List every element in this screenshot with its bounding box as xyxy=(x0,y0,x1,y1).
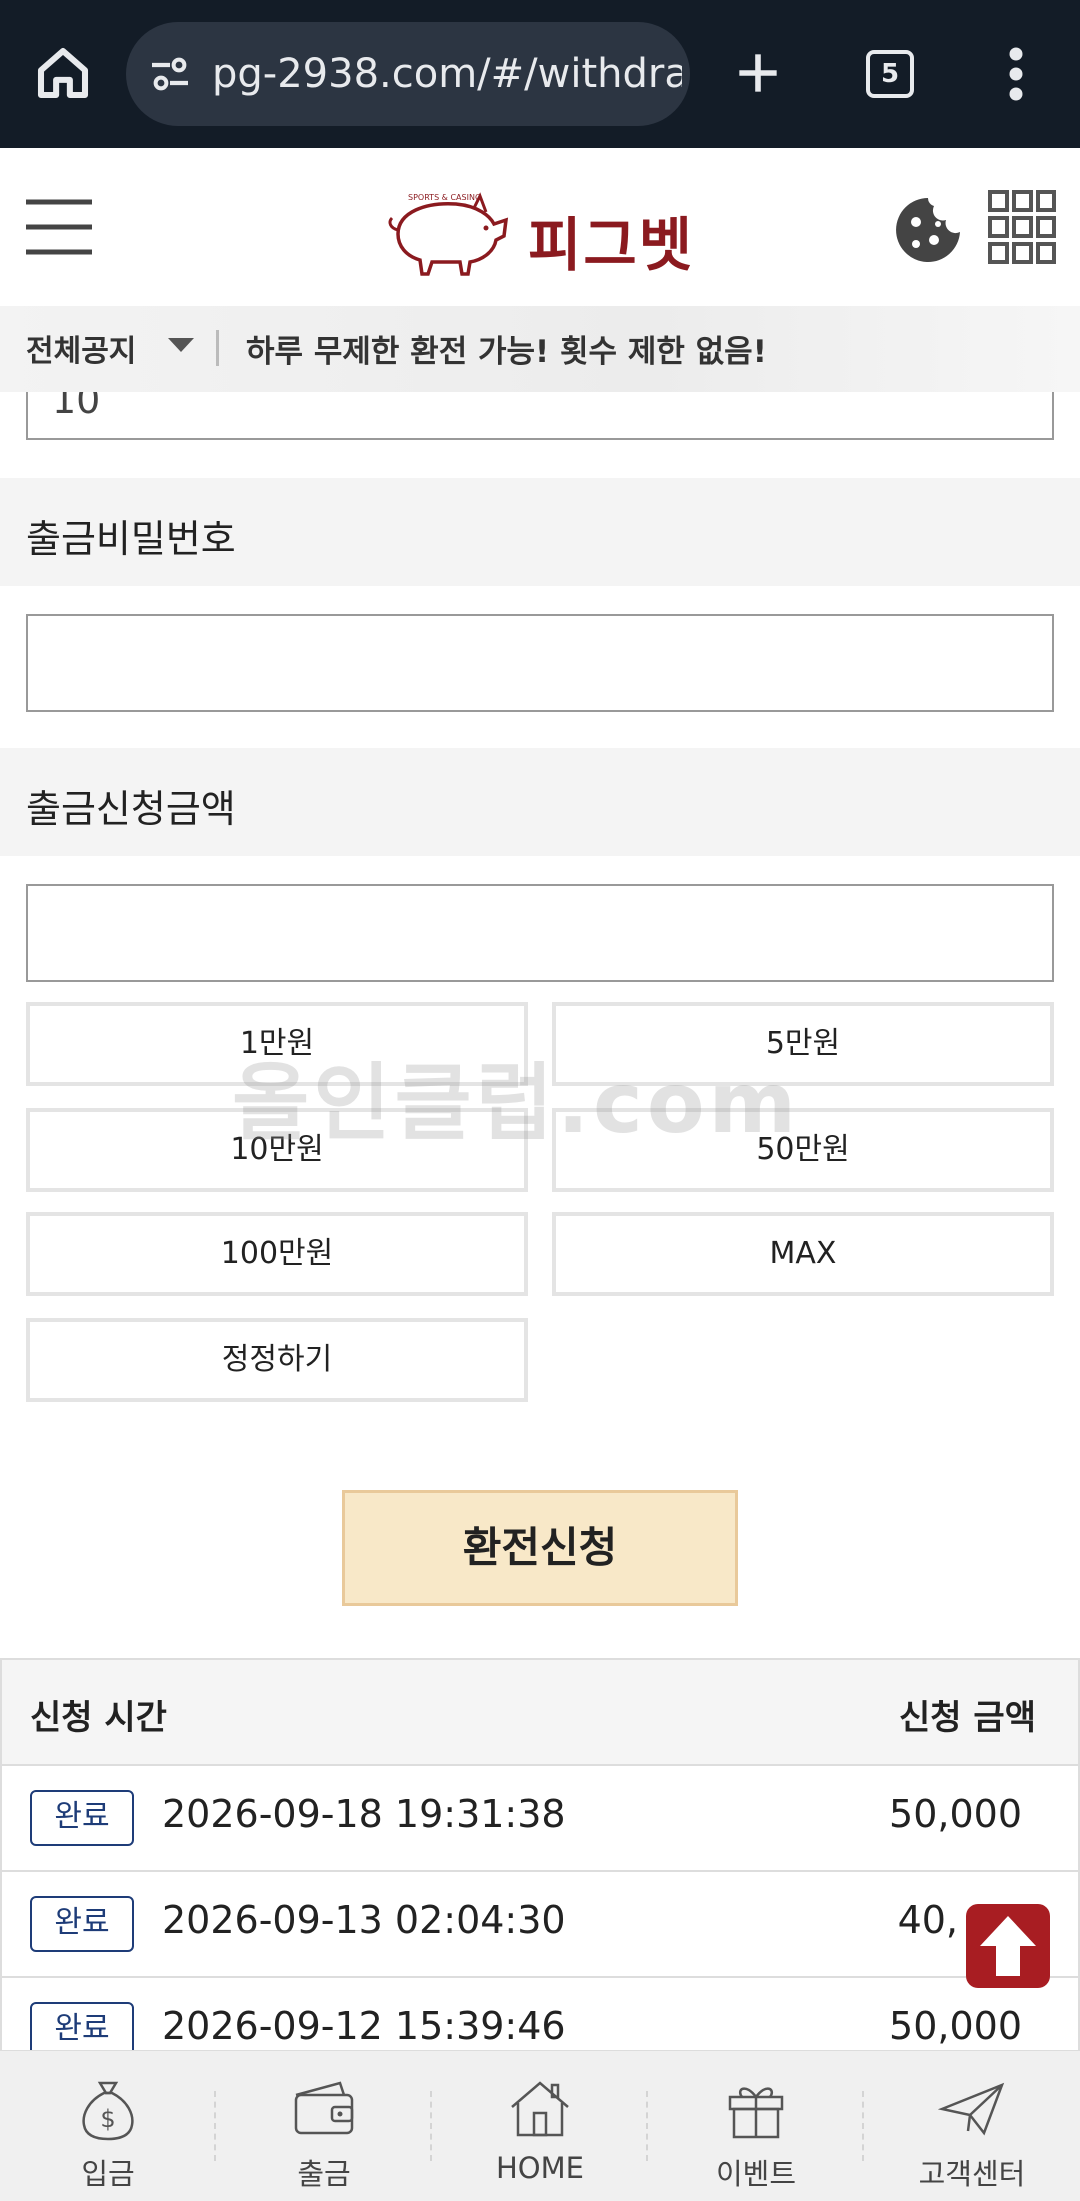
site-logo[interactable]: SPORTS & CASINO 피그벳 xyxy=(378,184,708,280)
notice-divider xyxy=(216,330,219,366)
password-label: 출금비밀번호 xyxy=(26,517,236,561)
site-settings-icon[interactable] xyxy=(148,56,192,92)
money-bag-icon: $ xyxy=(82,2081,134,2141)
table-row[interactable]: 완료 2026-09-13 02:04:30 40, xyxy=(0,1872,1080,1978)
request-time: 2026-09-18 19:31:38 xyxy=(162,1792,566,1836)
password-section: 출금비밀번호 xyxy=(0,478,1080,586)
request-amount: 50,000 xyxy=(889,1792,1022,1836)
notice-label[interactable]: 전체공지 xyxy=(26,326,136,370)
nav-withdraw[interactable]: 출금 xyxy=(216,2051,432,2201)
amount-input[interactable] xyxy=(26,884,1054,982)
cookie-icon[interactable] xyxy=(894,196,962,264)
withdraw-submit-button[interactable]: 환전신청 xyxy=(342,1490,738,1606)
grid-menu-icon[interactable] xyxy=(988,190,1056,264)
nav-withdraw-label: 출금 xyxy=(297,2157,351,2191)
withdraw-history-table: 신청 시간 신청 금액 완료 2026-09-18 19:31:38 50,00… xyxy=(0,1658,1080,2084)
table-header: 신청 시간 신청 금액 xyxy=(0,1660,1080,1766)
caret-down-icon[interactable] xyxy=(168,338,194,352)
wallet-icon xyxy=(294,2081,354,2135)
nav-home-label: HOME xyxy=(496,2151,584,2185)
tab-switcher-button[interactable]: 5 xyxy=(866,50,914,98)
amount-max-button[interactable]: MAX xyxy=(552,1212,1054,1296)
col-time-header: 신청 시간 xyxy=(30,1698,167,1738)
nav-deposit-label: 입금 xyxy=(81,2157,135,2191)
url-text: pg-2938.com/#/withdraw xyxy=(212,51,682,97)
notice-bar: 전체공지 하루 무제한 환전 가능! 횟수 제한 없음! xyxy=(0,306,1080,392)
watermark: 올인클럽.com xyxy=(232,1054,801,1152)
amount-1m-button[interactable]: 100만원 xyxy=(26,1212,528,1296)
home-icon[interactable] xyxy=(30,40,96,106)
status-badge: 완료 xyxy=(30,1896,134,1952)
nav-event-label: 이벤트 xyxy=(715,2157,797,2191)
address-bar[interactable]: pg-2938.com/#/withdraw xyxy=(126,22,690,126)
password-input[interactable] xyxy=(26,614,1054,712)
logo-small-text: SPORTS & CASINO xyxy=(408,193,481,202)
nav-deposit[interactable]: $ 입금 xyxy=(0,2051,216,2201)
nav-home[interactable]: HOME xyxy=(432,2051,648,2201)
nav-event[interactable]: 이벤트 xyxy=(648,2051,864,2201)
more-menu-icon[interactable] xyxy=(1000,44,1032,104)
status-badge: 완료 xyxy=(30,1790,134,1846)
house-icon xyxy=(511,2081,569,2137)
request-time: 2026-09-13 02:04:30 xyxy=(162,1898,566,1942)
new-tab-icon[interactable] xyxy=(730,40,786,106)
paper-plane-icon xyxy=(938,2082,1005,2136)
gift-icon xyxy=(728,2087,784,2139)
arrow-up-icon xyxy=(980,1916,1036,1976)
bottom-nav: $ 입금 출금 HOME 이벤트 고객센터 xyxy=(0,2050,1080,2201)
request-amount: 40, xyxy=(897,1898,958,1942)
partial-input-field[interactable]: 10 xyxy=(26,378,1054,440)
hamburger-menu-icon[interactable] xyxy=(24,192,94,262)
svg-text:$: $ xyxy=(100,2105,115,2133)
amount-reset-button[interactable]: 정정하기 xyxy=(26,1318,528,1402)
amount-section: 출금신청금액 xyxy=(0,748,1080,856)
logo-text: 피그벳 xyxy=(528,211,695,279)
site-header: SPORTS & CASINO 피그벳 xyxy=(0,148,1080,306)
nav-support[interactable]: 고객센터 xyxy=(864,2051,1080,2201)
pig-logo-icon: SPORTS & CASINO xyxy=(388,192,509,276)
request-amount: 50,000 xyxy=(889,2004,1022,2048)
browser-toolbar: pg-2938.com/#/withdraw 5 xyxy=(0,0,1080,148)
notice-message: 하루 무제한 환전 가능! 횟수 제한 없음! xyxy=(246,334,767,370)
table-row[interactable]: 완료 2026-09-18 19:31:38 50,000 xyxy=(0,1766,1080,1872)
scroll-top-button[interactable] xyxy=(966,1904,1050,1988)
col-amount-header: 신청 금액 xyxy=(899,1698,1036,1738)
request-time: 2026-09-12 15:39:46 xyxy=(162,2004,566,2048)
nav-support-label: 고객센터 xyxy=(918,2157,1026,2191)
amount-label: 출금신청금액 xyxy=(26,787,236,831)
